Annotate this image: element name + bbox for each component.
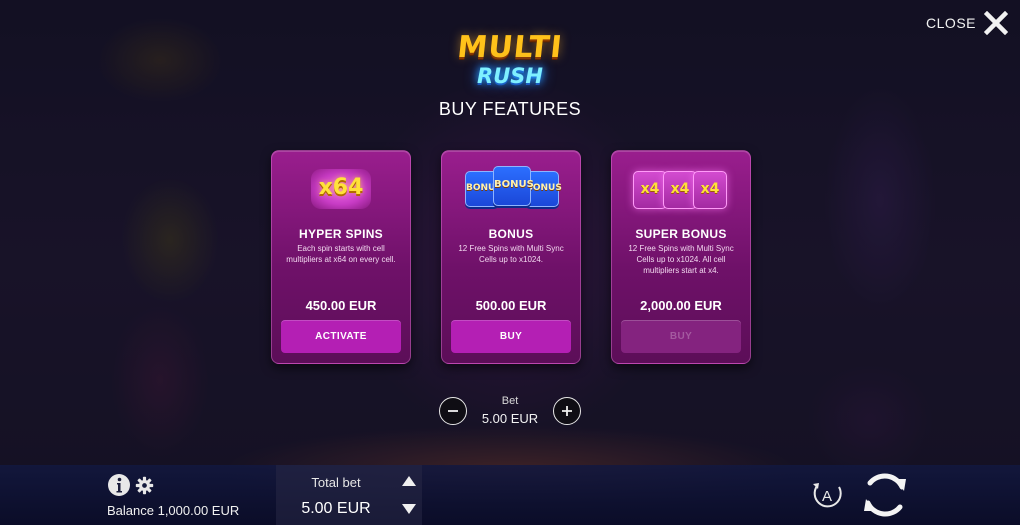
x64-multiplier-icon: x64	[272, 165, 410, 213]
logo-multi: MULTI	[455, 30, 565, 65]
spin-button-icon[interactable]	[858, 469, 912, 521]
info-icon[interactable]	[107, 473, 131, 497]
feature-title: SUPER BONUS	[635, 227, 727, 241]
activate-button[interactable]: ACTIVATE	[281, 320, 401, 353]
feature-price: 2,000.00 EUR	[640, 298, 722, 313]
bet-down-arrow-icon[interactable]	[401, 503, 417, 515]
minus-icon	[448, 410, 458, 412]
plus-icon	[562, 406, 572, 416]
close-icon	[984, 11, 1008, 35]
feature-title: BONUS	[488, 227, 534, 241]
feature-card-hyper-spins: x64 HYPER SPINS Each spin starts with ce…	[271, 150, 411, 364]
feature-price: 450.00 EUR	[305, 298, 377, 313]
x4-multiplier-tiles-icon: x4 x4 x4	[612, 165, 750, 213]
feature-card-super-bonus: x4 x4 x4 SUPER BONUS 12 Free Spins with …	[611, 150, 751, 364]
balance-display: Balance 1,000.00 EUR	[107, 503, 240, 518]
autoplay-icon[interactable]: A	[808, 478, 846, 512]
bonus-tiles-icon: BONUS BONUS BONUS	[442, 165, 580, 213]
total-bet-value: 5.00 EUR	[301, 500, 371, 517]
autoplay-letter: A	[822, 488, 832, 505]
feature-description: 12 Free Spins with Multi Sync Cells up t…	[628, 244, 734, 275]
close-label: CLOSE	[926, 15, 976, 31]
feature-description: 12 Free Spins with Multi Sync Cells up t…	[458, 244, 564, 264]
increase-bet-button[interactable]	[553, 397, 581, 425]
feature-price: 500.00 EUR	[475, 298, 547, 313]
feature-title: HYPER SPINS	[299, 227, 383, 241]
feature-description: Each spin starts with cell multipliers a…	[286, 244, 396, 264]
game-logo: MULTI RUSH	[455, 30, 565, 94]
page-title: BUY FEATURES	[438, 99, 582, 119]
bet-up-arrow-icon[interactable]	[401, 475, 417, 487]
logo-rush: RUSH	[477, 64, 543, 88]
total-bet-label: Total bet	[311, 475, 361, 490]
close-button[interactable]: CLOSE	[926, 10, 1008, 36]
buy-super-bonus-button[interactable]: BUY	[621, 320, 741, 353]
feature-card-bonus: BONUS BONUS BONUS BONUS 12 Free Spins wi…	[441, 150, 581, 364]
bet-label: Bet	[501, 395, 519, 407]
gear-icon[interactable]	[135, 476, 154, 495]
bet-value: 5.00 EUR	[481, 411, 539, 426]
buy-bonus-button[interactable]: BUY	[451, 320, 571, 353]
